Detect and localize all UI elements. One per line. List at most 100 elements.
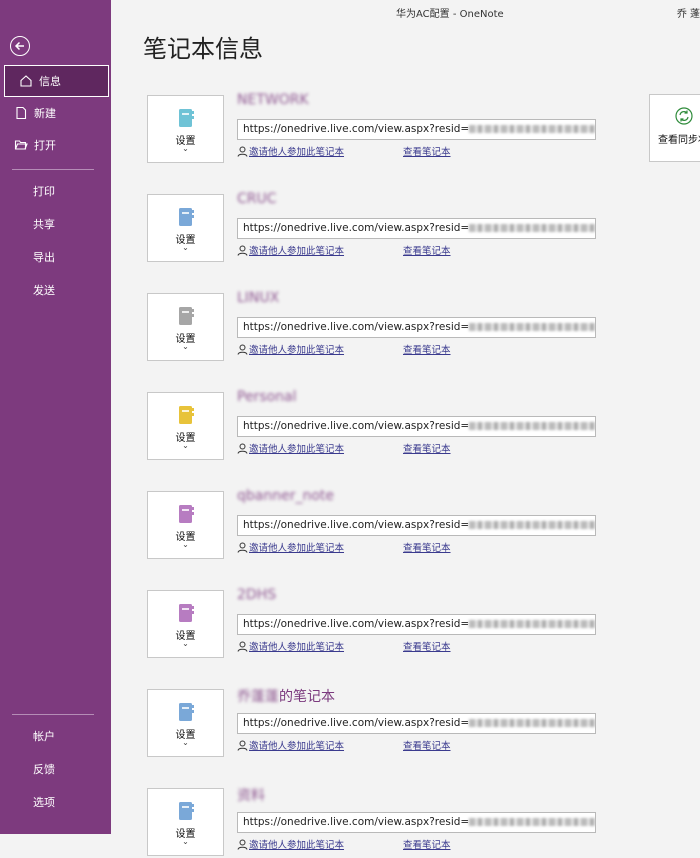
notebook-settings-button[interactable]: 设置 ⌄: [147, 491, 224, 559]
view-sync-status-button[interactable]: 查看同步状: [649, 94, 700, 162]
view-notebook-link[interactable]: 查看笔记本: [403, 243, 451, 257]
notebook-settings-button[interactable]: 设置 ⌄: [147, 95, 224, 163]
window-title: 华为AC配置 - OneNote: [396, 9, 504, 20]
chevron-down-icon: ⌄: [182, 837, 189, 846]
view-label: 查看笔记本: [403, 543, 451, 554]
person-icon: [237, 245, 248, 256]
notebook-name[interactable]: Personal: [237, 389, 297, 405]
sidebar-item-share[interactable]: 共享: [0, 208, 111, 240]
notebook-name-text: 资料: [237, 788, 265, 804]
notebook-card: 设置 ⌄ 资料 https://onedrive.live.com/view.a…: [147, 788, 607, 858]
sidebar-item-new[interactable]: 新建: [0, 97, 111, 129]
chevron-down-icon: ⌄: [182, 738, 189, 747]
notebook-card: 设置 ⌄ NETWORK https://onedrive.live.com/v…: [147, 92, 607, 165]
notebook-card: 设置 ⌄ qbanner_note https://onedrive.live.…: [147, 488, 607, 561]
person-icon: [237, 641, 248, 652]
notebook-settings-button[interactable]: 设置 ⌄: [147, 590, 224, 658]
notebook-name-text: LINUX: [237, 290, 280, 306]
url-redacted: [469, 620, 595, 628]
sidebar-item-open[interactable]: 打开: [0, 129, 111, 161]
invite-link[interactable]: 邀请他人参加此笔记本: [237, 639, 344, 653]
sidebar-item-label: 打开: [34, 139, 56, 152]
invite-label: 邀请他人参加此笔记本: [249, 345, 345, 356]
notebook-card: 设置 ⌄ Personal https://onedrive.live.com/…: [147, 389, 607, 462]
notebook-url-field[interactable]: https://onedrive.live.com/view.aspx?resi…: [237, 416, 596, 437]
invite-link[interactable]: 邀请他人参加此笔记本: [237, 837, 344, 851]
notebook-icon: [178, 801, 194, 825]
view-label: 查看笔记本: [403, 246, 451, 257]
invite-link[interactable]: 邀请他人参加此笔记本: [237, 342, 344, 356]
notebook-url-field[interactable]: https://onedrive.live.com/view.aspx?resi…: [237, 713, 596, 734]
notebook-name[interactable]: LINUX: [237, 290, 279, 306]
notebook-settings-button[interactable]: 设置 ⌄: [147, 392, 224, 460]
invite-link[interactable]: 邀请他人参加此笔记本: [237, 540, 344, 554]
notebook-name-text: qbanner_note: [237, 488, 335, 504]
person-icon: [237, 839, 248, 850]
view-notebook-link[interactable]: 查看笔记本: [403, 738, 451, 752]
sidebar-item-options[interactable]: 选项: [0, 786, 111, 818]
view-notebook-link[interactable]: 查看笔记本: [403, 441, 451, 455]
view-notebook-link[interactable]: 查看笔记本: [403, 837, 451, 851]
view-label: 查看笔记本: [403, 345, 451, 356]
chevron-down-icon: ⌄: [182, 540, 189, 549]
notebook-icon: [178, 405, 194, 429]
sidebar-item-export[interactable]: 导出: [0, 241, 111, 273]
invite-link[interactable]: 邀请他人参加此笔记本: [237, 441, 344, 455]
notebook-icon: [178, 504, 194, 528]
notebook-name[interactable]: 乔蓬蓬的笔记本: [237, 686, 335, 706]
folder-open-icon: [14, 138, 28, 152]
notebook-url-field[interactable]: https://onedrive.live.com/view.aspx?resi…: [237, 119, 596, 140]
sidebar-item-label: 帐户: [33, 730, 55, 743]
notebook-name[interactable]: CRUC: [237, 191, 277, 207]
sidebar-item-account[interactable]: 帐户: [0, 720, 111, 752]
notebook-url-field[interactable]: https://onedrive.live.com/view.aspx?resi…: [237, 614, 596, 635]
notebook-url-field[interactable]: https://onedrive.live.com/view.aspx?resi…: [237, 218, 596, 239]
chevron-down-icon: ⌄: [182, 144, 189, 153]
notebook-name[interactable]: 资料: [237, 785, 265, 805]
home-icon: [19, 74, 33, 88]
notebook-name-text: Personal: [237, 389, 297, 405]
notebook-icon: [178, 207, 194, 231]
notebook-url-field[interactable]: https://onedrive.live.com/view.aspx?resi…: [237, 515, 596, 536]
notebook-url-field[interactable]: https://onedrive.live.com/view.aspx?resi…: [237, 812, 596, 833]
url-text: https://onedrive.live.com/view.aspx?resi…: [243, 222, 470, 234]
notebook-name[interactable]: NETWORK: [237, 92, 309, 108]
notebook-url-field[interactable]: https://onedrive.live.com/view.aspx?resi…: [237, 317, 596, 338]
notebook-card: 设置 ⌄ 2DHS https://onedrive.live.com/view…: [147, 587, 607, 660]
notebook-settings-button[interactable]: 设置 ⌄: [147, 788, 224, 856]
invite-link[interactable]: 邀请他人参加此笔记本: [237, 243, 344, 257]
sidebar-item-print[interactable]: 打印: [0, 175, 111, 207]
sidebar-item-info[interactable]: 信息: [4, 65, 109, 97]
invite-label: 邀请他人参加此笔记本: [249, 246, 345, 257]
notebook-name[interactable]: 2DHS: [237, 587, 276, 603]
notebook-settings-button[interactable]: 设置 ⌄: [147, 293, 224, 361]
view-notebook-link[interactable]: 查看笔记本: [403, 144, 451, 158]
notebook-icon: [178, 108, 194, 132]
notebook-icon: [178, 306, 194, 330]
person-icon: [237, 344, 248, 355]
notebook-settings-button[interactable]: 设置 ⌄: [147, 194, 224, 262]
invite-label: 邀请他人参加此笔记本: [249, 444, 345, 455]
sidebar-item-send[interactable]: 发送: [0, 274, 111, 306]
notebook-name[interactable]: qbanner_note: [237, 488, 334, 504]
view-notebook-link[interactable]: 查看笔记本: [403, 540, 451, 554]
invite-label: 邀请他人参加此笔记本: [249, 543, 345, 554]
sync-icon: [675, 107, 693, 129]
view-notebook-link[interactable]: 查看笔记本: [403, 639, 451, 653]
chevron-down-icon: ⌄: [182, 441, 189, 450]
invite-label: 邀请他人参加此笔记本: [249, 741, 345, 752]
invite-link[interactable]: 邀请他人参加此笔记本: [237, 738, 344, 752]
back-arrow-icon[interactable]: [10, 36, 30, 56]
view-notebook-link[interactable]: 查看笔记本: [403, 342, 451, 356]
notebook-settings-button[interactable]: 设置 ⌄: [147, 689, 224, 757]
sidebar-item-label: 新建: [34, 107, 56, 120]
invite-label: 邀请他人参加此笔记本: [249, 642, 345, 653]
url-text: https://onedrive.live.com/view.aspx?resi…: [243, 816, 470, 828]
url-redacted: [469, 719, 595, 727]
view-label: 查看笔记本: [403, 840, 451, 851]
sidebar-item-label: 发送: [33, 284, 55, 297]
invite-link[interactable]: 邀请他人参加此笔记本: [237, 144, 344, 158]
user-name[interactable]: 乔 蓬: [677, 5, 700, 20]
sidebar-item-label: 信息: [39, 75, 61, 88]
sidebar-item-feedback[interactable]: 反馈: [0, 753, 111, 785]
